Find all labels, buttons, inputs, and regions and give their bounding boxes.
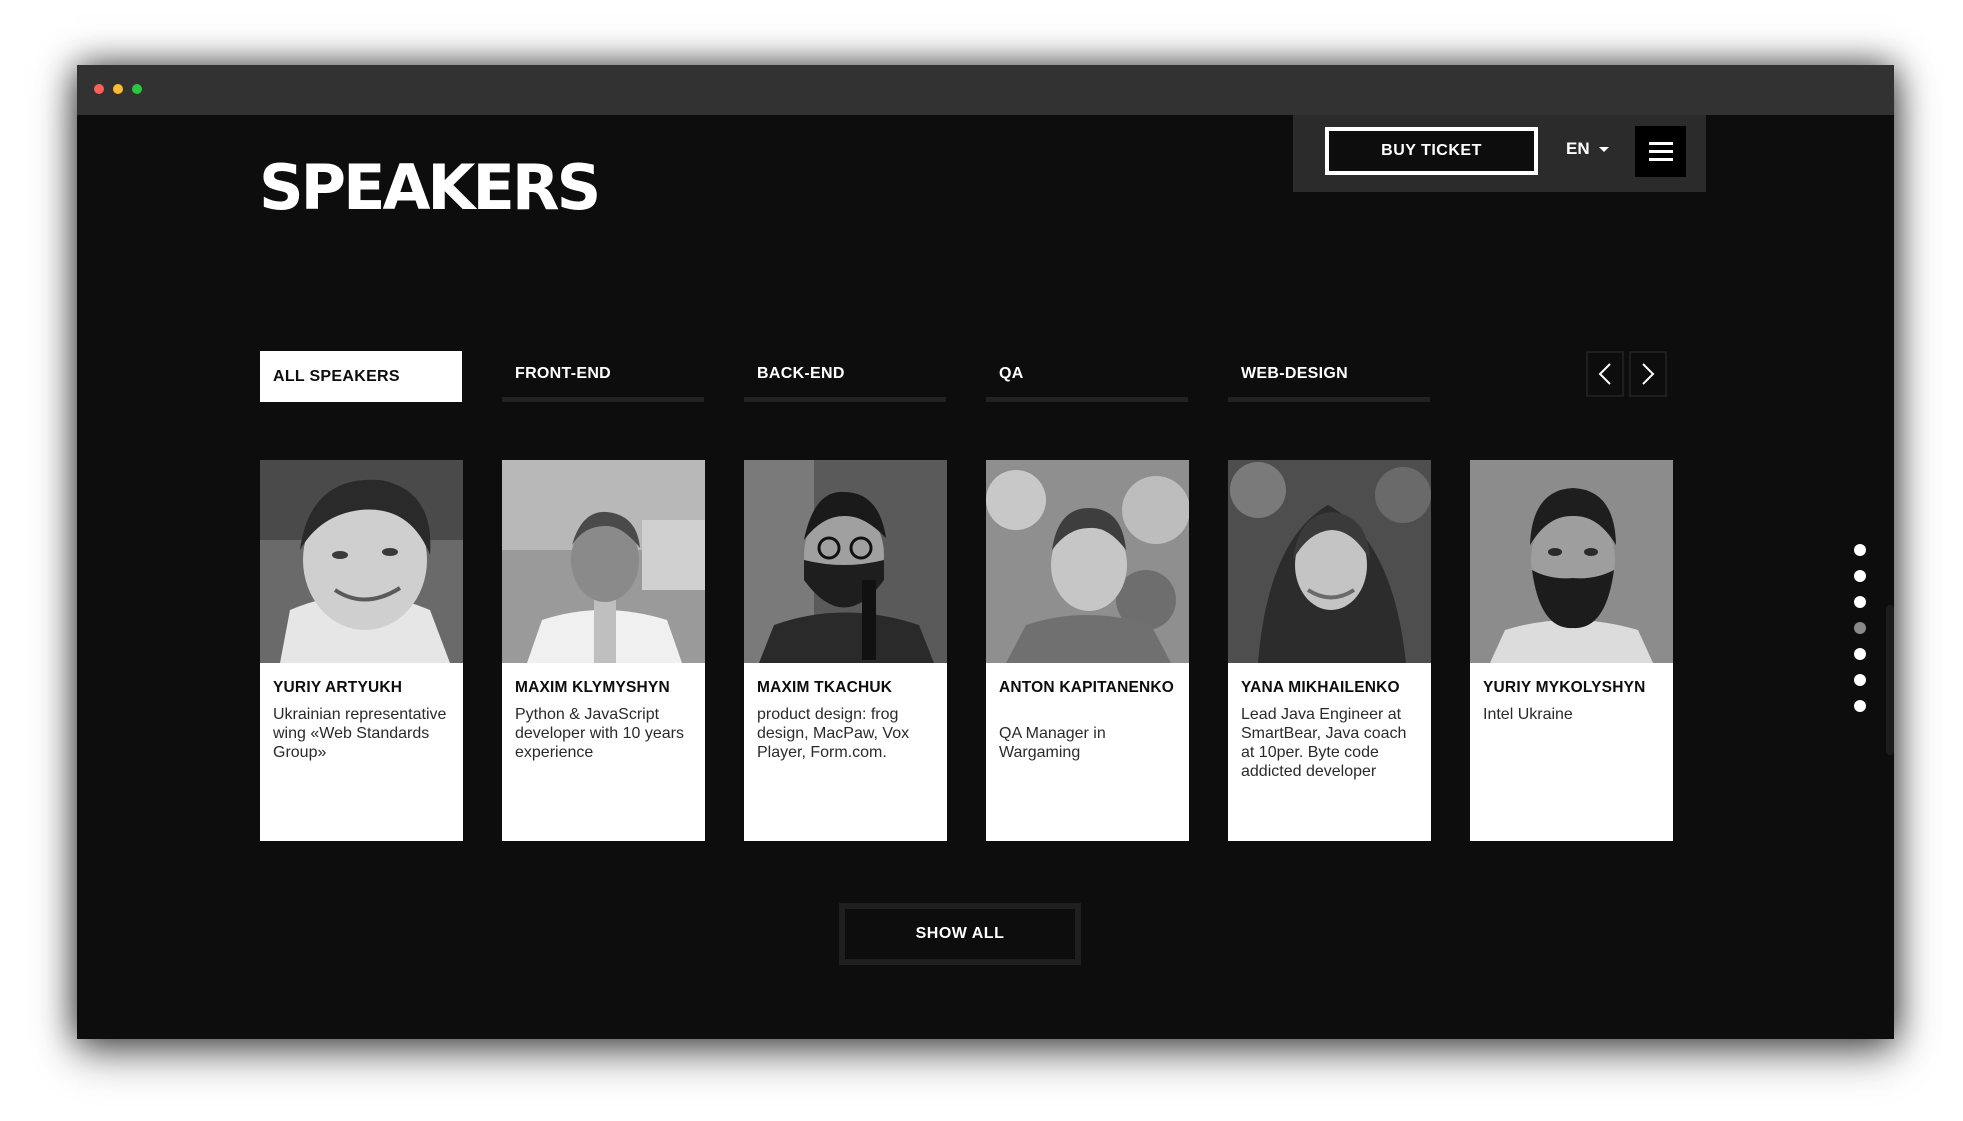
tab-back-end[interactable]: BACK-END: [744, 351, 946, 402]
speaker-card[interactable]: ANTON KAPITANENKO QA Manager in Wargamin…: [986, 460, 1189, 841]
buy-ticket-button[interactable]: BUY TICKET: [1325, 127, 1538, 175]
section-dot[interactable]: [1854, 544, 1866, 556]
speaker-name: MAXIM KLYMYSHYN: [515, 679, 670, 696]
speaker-name: MAXIM TKACHUK: [757, 679, 893, 696]
speaker-card[interactable]: MAXIM TKACHUK product design: frog desig…: [744, 460, 947, 841]
maximize-window-button[interactable]: [132, 84, 142, 94]
speaker-description: Intel Ukraine: [1483, 706, 1573, 723]
hamburger-icon-line: [1648, 158, 1673, 161]
section-dot[interactable]: [1854, 596, 1866, 608]
close-window-button[interactable]: [94, 84, 104, 94]
speaker-description: Lead Java Engineer at SmartBear, Java co…: [1241, 706, 1407, 780]
speaker-name: YURIY MYKOLYSHYN: [1483, 679, 1646, 696]
speaker-description: QA Manager in Wargaming: [999, 725, 1106, 761]
language-selector[interactable]: EN: [1566, 139, 1609, 159]
caret-down-icon: [1598, 146, 1609, 152]
chevron-left-icon: [1598, 363, 1611, 385]
hamburger-icon: [1648, 142, 1673, 145]
scrollbar[interactable]: [1886, 605, 1894, 755]
page-title: SPEAKERS: [259, 151, 601, 224]
section-dot[interactable]: [1854, 648, 1866, 660]
speakers-page: SPEAKERS BUY TICKET EN ALL SPEAKERS FRON…: [77, 115, 1894, 1039]
tab-all-speakers[interactable]: ALL SPEAKERS: [260, 351, 462, 402]
speaker-photo: [502, 460, 705, 663]
section-dot[interactable]: [1854, 570, 1866, 582]
hamburger-icon-line: [1648, 150, 1673, 153]
section-dot[interactable]: [1854, 674, 1866, 686]
tab-front-end[interactable]: FRONT-END: [502, 351, 704, 402]
window-titlebar: [77, 65, 1894, 115]
chevron-right-icon: [1642, 363, 1655, 385]
speaker-photo: [1470, 460, 1673, 663]
minimize-window-button[interactable]: [113, 84, 123, 94]
section-dot[interactable]: [1854, 700, 1866, 712]
speaker-card[interactable]: YURIY MYKOLYSHYN Intel Ukraine: [1470, 460, 1673, 841]
speaker-card[interactable]: YANA MIKHAILENKO Lead Java Engineer at S…: [1228, 460, 1431, 841]
speaker-description: Ukrainian representative wing «Web Stand…: [273, 706, 447, 761]
top-bar: BUY TICKET EN: [1293, 115, 1706, 192]
tab-qa[interactable]: QA: [986, 351, 1188, 402]
speaker-name: YURIY ARTYUKH: [273, 679, 403, 696]
hamburger-menu-button[interactable]: [1635, 126, 1686, 177]
tab-web-design[interactable]: WEB-DESIGN: [1228, 351, 1430, 402]
show-all-button[interactable]: SHOW ALL: [839, 903, 1081, 965]
speaker-name: ANTON KAPITANENKO: [999, 679, 1175, 696]
speaker-name: YANA MIKHAILENKO: [1241, 679, 1400, 696]
section-dot-active[interactable]: [1854, 622, 1866, 634]
language-label: EN: [1566, 139, 1590, 158]
speaker-card[interactable]: MAXIM KLYMYSHYN Python & JavaScript deve…: [502, 460, 705, 841]
speaker-description: Python & JavaScript developer with 10 ye…: [515, 706, 684, 761]
speaker-photo: [260, 460, 463, 663]
speaker-photo: [744, 460, 947, 663]
speaker-photo: [986, 460, 1189, 663]
speaker-description: product design: frog design, MacPaw, Vox…: [757, 706, 910, 761]
next-button[interactable]: [1629, 351, 1667, 397]
prev-button[interactable]: [1586, 351, 1624, 397]
speaker-card[interactable]: YURIY ARTYUKH Ukrainian representative w…: [260, 460, 463, 841]
browser-window: SPEAKERS BUY TICKET EN ALL SPEAKERS FRON…: [77, 65, 1894, 1039]
speaker-photo: [1228, 460, 1431, 663]
